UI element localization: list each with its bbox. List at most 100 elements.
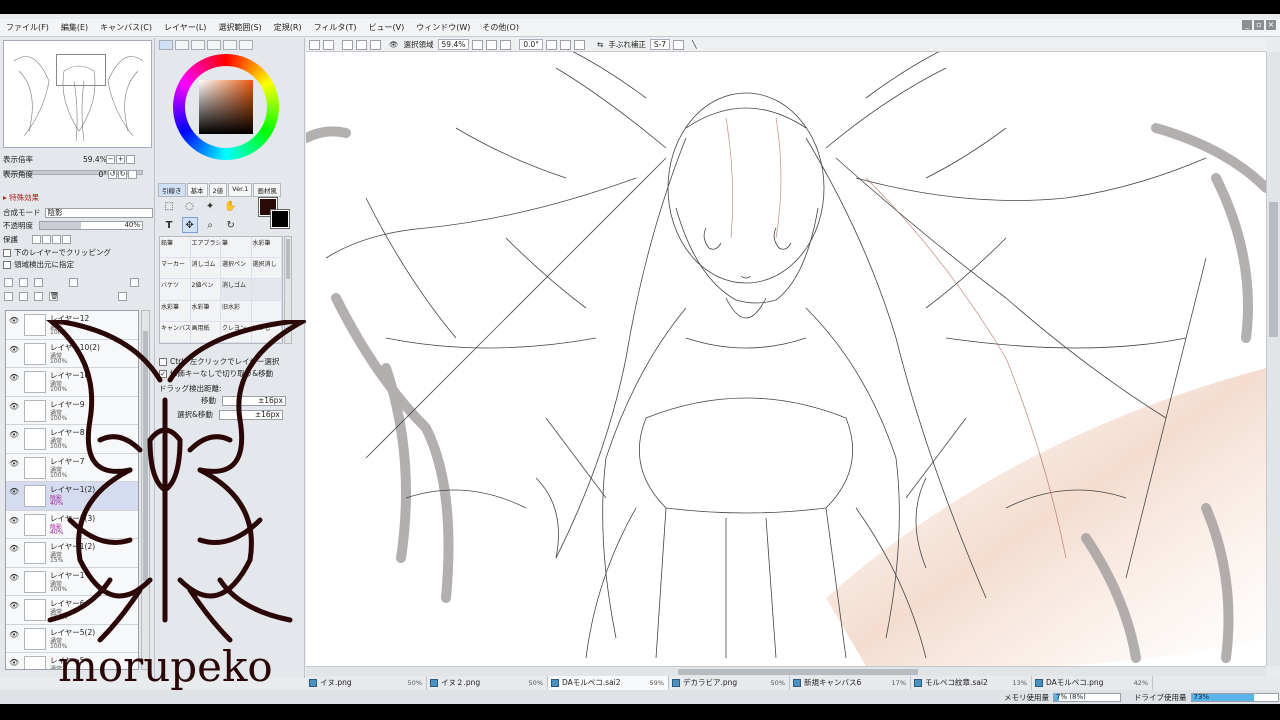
menu-item-9[interactable]: その他(O) <box>476 22 525 33</box>
file-tab[interactable]: 新規キャンバス6 17% <box>790 676 911 690</box>
deselect-icon[interactable] <box>342 39 353 50</box>
background-color-swatch[interactable] <box>270 209 290 229</box>
visibility-eye-icon[interactable]: 👁 <box>9 402 20 411</box>
angle-combo[interactable]: 0.0° <box>519 39 544 50</box>
brush-slot[interactable]: 画用紙 <box>190 321 221 343</box>
visibility-eye-icon[interactable]: 👁 <box>9 373 20 382</box>
tool-set-tab-1[interactable]: 基本 <box>186 183 208 197</box>
layer-row[interactable]: 👁 レイヤー12 通常 100% <box>6 311 138 340</box>
new-layer-icon[interactable] <box>4 278 13 287</box>
zoom-out-button[interactable]: − <box>106 155 115 164</box>
text-icon[interactable]: T <box>161 218 177 234</box>
clipping-checkbox[interactable] <box>3 248 11 257</box>
toolbar-zoom-reset-button[interactable] <box>500 39 512 50</box>
close-icon[interactable]: × <box>1266 20 1276 30</box>
magic-wand-icon[interactable]: ✦ <box>202 199 218 215</box>
visibility-eye-icon[interactable]: 👁 <box>9 516 20 525</box>
layer-list-scroll-thumb[interactable] <box>143 331 148 581</box>
move-distance-slider[interactable]: ±16px <box>222 395 286 406</box>
tool-set-tab-2[interactable]: 2値 <box>208 183 228 197</box>
tool-set-tab-3[interactable]: Ver.1 <box>228 183 253 197</box>
eye-icon[interactable]: 👁 <box>389 40 399 49</box>
restore-icon[interactable]: ▫ <box>1254 20 1264 30</box>
file-tab[interactable]: イヌ.png 50% <box>306 676 427 690</box>
flip-button[interactable] <box>128 170 137 179</box>
scratchpad-tab[interactable] <box>239 40 253 50</box>
color-wheel-tab[interactable] <box>159 40 173 50</box>
brush-slot[interactable] <box>251 279 282 301</box>
blend-mode-select[interactable]: 陰影 <box>44 207 153 218</box>
ctrl-select-option[interactable]: Ctrl+左クリックでレイヤー選択 <box>159 356 279 367</box>
mixer-tab[interactable] <box>223 40 237 50</box>
brush-slot[interactable]: クレヨン <box>221 321 252 343</box>
brush-slot[interactable]: 旧水彩 <box>221 300 252 322</box>
lasso-icon[interactable]: ◌ <box>182 199 198 215</box>
layer-row[interactable]: 👁レイヤー5通常100% <box>6 653 138 669</box>
merge-down-icon[interactable] <box>19 292 28 301</box>
tool-set-tab-0[interactable]: 引線き <box>158 183 186 197</box>
rgb-slider-tab[interactable] <box>175 40 189 50</box>
layer-row[interactable]: 👁 レイヤー10 通常 100% <box>6 368 138 397</box>
layer-row[interactable]: 👁 レイヤー1(2) 通常 15% <box>6 539 138 568</box>
canvas-horizontal-scrollbar[interactable] <box>306 666 1266 676</box>
brush-slot[interactable]: エアブラシ <box>190 237 221 259</box>
visibility-eye-icon[interactable]: 👁 <box>9 601 20 610</box>
brush-slot[interactable]: 鉛筆 <box>160 237 191 259</box>
layer-row[interactable]: 👁 レイヤー10(2) 通常 100% <box>6 339 138 368</box>
brush-slot[interactable]: 選択ペン <box>221 258 252 280</box>
visibility-eye-icon[interactable]: 👁 <box>9 430 20 439</box>
canvas-vertical-scrollbar[interactable] <box>1266 52 1280 666</box>
menu-item-4[interactable]: 選択範囲(S) <box>212 22 267 33</box>
visibility-eye-icon[interactable]: 👁 <box>9 573 20 582</box>
delete-layer-icon[interactable]: 🗑 <box>49 292 59 301</box>
drawing-canvas[interactable] <box>306 38 1266 666</box>
brush-slot[interactable]: マーカー <box>160 258 191 280</box>
file-tab[interactable]: モルペコ紋章.sai2 13% <box>911 676 1032 690</box>
layer-row[interactable]: 👁 レイヤー8 通常 100% <box>6 425 138 454</box>
layer-row[interactable]: 👁 レイヤー1(3) 陰影 40% <box>6 510 138 539</box>
rotate-left-button[interactable]: ↺ <box>108 170 117 179</box>
stabilizer-combo[interactable]: S-7 <box>649 39 671 50</box>
brush-slot[interactable]: 水彩筆 <box>251 237 282 259</box>
rect-select-icon[interactable]: ⬚ <box>161 199 177 215</box>
lock-alpha-icon[interactable] <box>32 235 41 244</box>
layer-row[interactable]: 👁 レイヤー1(2) 陰影 40% <box>6 482 138 511</box>
new-pen-layer-icon[interactable] <box>19 278 28 287</box>
toolbar-rotate-right-button[interactable] <box>560 39 572 50</box>
panel-menu-icon[interactable] <box>130 278 139 287</box>
toolbar-zoom-in-button[interactable] <box>486 39 498 50</box>
brush-slot[interactable]: 選択消し <box>251 258 282 280</box>
new-mask-icon[interactable] <box>69 278 78 287</box>
navigator-viewport-frame[interactable] <box>56 54 106 86</box>
undo-icon[interactable] <box>309 39 320 50</box>
layer-list-scrollbar[interactable] <box>141 310 150 670</box>
move-icon[interactable]: ✥ <box>181 217 198 233</box>
visibility-eye-icon[interactable]: 👁 <box>9 345 20 354</box>
brush-slot[interactable]: 2値ペン <box>190 279 221 301</box>
straight-line-icon[interactable]: ╲ <box>692 40 697 49</box>
menu-item-8[interactable]: ウィンドウ(W) <box>410 22 476 33</box>
layer-row[interactable]: 👁 レイヤー7 通常 100% <box>6 453 138 482</box>
layer-row[interactable]: 👁 レイヤー1 通常 100% <box>6 567 138 596</box>
show-selection-icon[interactable] <box>370 39 381 50</box>
saturation-value-square[interactable] <box>199 80 253 134</box>
toolbar-zoom-out-button[interactable] <box>472 39 484 50</box>
layer-row[interactable]: 👁 レイヤー5(2) 通常 100% <box>6 624 138 653</box>
clear-layer-icon[interactable] <box>34 292 43 301</box>
stabilizer-dropdown-icon[interactable] <box>673 39 685 50</box>
vertical-scroll-thumb[interactable] <box>1269 202 1278 337</box>
modifier-toggle-option[interactable]: ✓ 修飾キーなしで切り取り&移動 <box>159 368 273 379</box>
toolbar-rotate-left-button[interactable] <box>546 39 558 50</box>
menu-item-3[interactable]: レイヤー(L) <box>158 22 212 33</box>
lock-move-icon[interactable] <box>52 235 61 244</box>
brush-slot[interactable]: 消しゴム <box>190 258 221 280</box>
brush-slot[interactable]: ぼかし <box>251 321 282 343</box>
visibility-eye-icon[interactable]: 👁 <box>9 630 20 639</box>
select-move-distance-slider[interactable]: ±16px <box>218 409 283 420</box>
rotate-right-button[interactable]: ↻ <box>118 170 127 179</box>
layer-row[interactable]: 👁 レイヤー9 通常 100% <box>6 396 138 425</box>
zoom-in-button[interactable]: + <box>116 155 125 164</box>
file-tab[interactable]: デカラビア.png 50% <box>669 676 790 690</box>
visibility-eye-icon[interactable]: 👁 <box>9 658 20 667</box>
zoom-combo[interactable]: 59.4% <box>437 39 470 50</box>
